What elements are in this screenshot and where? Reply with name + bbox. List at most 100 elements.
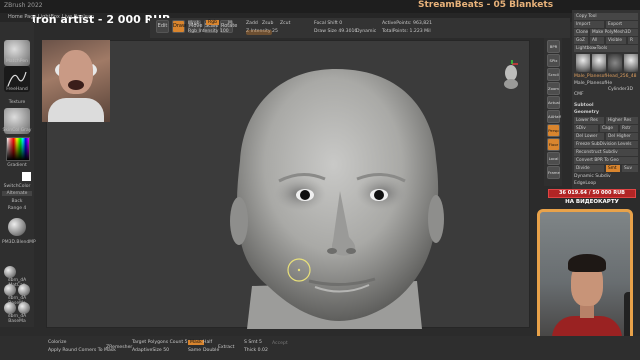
target-polygons-slider[interactable]: Target Polygons Count 5 — [132, 340, 188, 345]
adaptive-size-slider[interactable]: AdaptiveSize 50 — [132, 348, 169, 353]
extract-button[interactable]: Extract — [218, 345, 234, 350]
draw-button[interactable]: Draw — [172, 20, 187, 33]
actual-button[interactable]: Actual — [547, 96, 560, 109]
dynamic-subdiv-header[interactable]: Dynamic Subdiv — [574, 174, 611, 179]
reconstruct-subdiv-button[interactable]: Reconstruct Subdiv — [574, 149, 638, 156]
draw-size-slider[interactable]: Draw Size 49.3016 — [314, 29, 357, 34]
bottom-shelf: Colorize Apply Round Corners To Mask ZRe… — [0, 336, 640, 360]
colorize-button[interactable]: Colorize — [48, 340, 67, 345]
matcap-label-3: dbrn_dA BaseMa — [7, 314, 27, 324]
draw-label: Draw — [173, 23, 187, 29]
back-label[interactable]: Back — [2, 199, 32, 204]
left-palette: MatchPen FreeHand Texture SkinCol Gray G… — [0, 22, 36, 327]
cam2-hair — [568, 254, 606, 272]
focal-shift-slider[interactable]: Focal Shift 0 — [314, 21, 342, 26]
donation-goal-bar: 36 019.64 / 50 000 RUB — [548, 189, 636, 198]
tool-thumb-3[interactable] — [608, 54, 622, 72]
local-button[interactable]: Local — [547, 152, 560, 165]
zadd-button[interactable]: Zadd — [246, 21, 258, 26]
tool-thumb-2[interactable] — [592, 54, 606, 72]
mrgb-label[interactable]: Mrgb — [188, 21, 200, 26]
matcap-ball-4[interactable] — [4, 302, 16, 314]
thick-slider[interactable]: Thick 0.02 — [244, 348, 268, 353]
edit-button[interactable]: Edit — [156, 20, 169, 33]
bpr-button[interactable]: BPR — [547, 40, 560, 53]
subtool-header[interactable]: Subtool — [574, 103, 594, 108]
visible-button[interactable]: Visible — [606, 37, 626, 44]
rstr-button[interactable]: Rstr — [620, 125, 638, 132]
zremesher-button[interactable]: ZRemesher — [106, 345, 132, 350]
document-canvas[interactable] — [46, 40, 530, 329]
subtool-2[interactable]: Cylinder3D — [608, 87, 633, 92]
zcut-button[interactable]: Zcut — [280, 21, 290, 26]
make-polymesh-button[interactable]: Make PolyMesh3D — [590, 29, 638, 36]
dynamic-toggle[interactable]: Dynamic — [356, 29, 376, 34]
matcap-ball-3[interactable] — [18, 284, 30, 296]
scroll-button[interactable]: Scroll — [547, 68, 560, 81]
edge-loop-header[interactable]: EdgeLoop — [574, 181, 596, 186]
title-bar: ZBrush 2022 StreamBeats - 05 Blankets — [0, 0, 640, 13]
s-smt-slider[interactable]: S Smt 5 — [244, 340, 262, 345]
zoom-button[interactable]: Zoom — [547, 82, 560, 95]
tool-thumb-4[interactable] — [624, 54, 638, 72]
all-button[interactable]: All — [590, 37, 604, 44]
main-color-swatch[interactable] — [22, 172, 31, 181]
lower-res-button[interactable]: Lower Res — [574, 117, 604, 124]
copy-tool-button[interactable]: Copy Tool — [574, 13, 638, 20]
export-button[interactable]: Export — [606, 21, 638, 28]
color-picker[interactable] — [6, 137, 30, 161]
same-button[interactable]: Same — [188, 348, 201, 353]
alternate-button[interactable]: Alternate — [2, 191, 32, 196]
persp-button[interactable]: Persp — [547, 124, 560, 137]
cage-button[interactable]: Cage — [600, 125, 618, 132]
subtool-1[interactable]: Male_PlanesofHe — [574, 81, 612, 86]
spix-button[interactable]: SPix 3 — [547, 54, 560, 75]
del-lower-button[interactable]: Del Lower — [574, 133, 604, 140]
rgb-button[interactable]: Rgb — [206, 20, 220, 25]
switch-color-label[interactable]: SwitchColor — [2, 184, 32, 189]
subtool-3[interactable]: CMF — [574, 92, 584, 97]
m-button[interactable]: M — [228, 21, 232, 26]
zsub-button[interactable]: Zsub — [262, 21, 273, 26]
accept-button[interactable]: Accept — [272, 341, 288, 346]
matcap-ball-1[interactable] — [4, 266, 16, 278]
del-higher-button[interactable]: Del Higher — [606, 133, 638, 140]
app-title: ZBrush 2022 — [4, 2, 43, 9]
active-points: ActivePoints: 963,821 — [382, 21, 433, 26]
import-button[interactable]: Import — [574, 21, 604, 28]
clone-button[interactable]: Clone — [574, 29, 588, 36]
geometry-header[interactable]: Geometry — [574, 110, 599, 115]
lightbox-tools-button[interactable]: Lightbox▸Tools — [574, 45, 638, 52]
frame-button[interactable]: Frame — [547, 166, 560, 179]
webcam-overlay-2 — [537, 209, 633, 357]
freeze-subdiv-button[interactable]: Freeze SubDivision Levels — [574, 141, 638, 148]
aahalf-button[interactable]: AAHalf — [547, 110, 561, 123]
tool-thumb-1[interactable] — [576, 54, 590, 72]
mask-button[interactable]: Mask — [188, 340, 204, 345]
z-intensity-fill — [246, 30, 272, 35]
higher-res-button[interactable]: Higher Res — [606, 117, 638, 124]
convert-bpr-button[interactable]: Convert BPR To Geo — [574, 157, 638, 164]
suv-toggle[interactable]: Suv — [622, 165, 638, 172]
tool-name: Male_PlanesofHead_256_48 — [574, 74, 637, 79]
r-button[interactable]: R — [628, 37, 638, 44]
matcap-ball-5[interactable] — [18, 302, 30, 314]
cam1-mouth — [68, 80, 84, 90]
double-button[interactable]: Double — [203, 348, 219, 353]
total-points: TotalPoints: 1.223 Mil — [382, 29, 431, 34]
floor-button[interactable]: Floor — [547, 138, 560, 151]
webcam-overlay-1 — [42, 40, 110, 122]
matcap-ball-2[interactable] — [4, 284, 16, 296]
smt-toggle[interactable]: Smt — [606, 165, 620, 172]
navigation-gizmo-icon[interactable] — [500, 60, 522, 90]
gradient-label[interactable]: Gradient — [2, 163, 32, 168]
brush-label: MatchPen — [6, 59, 28, 64]
sdiv-slider[interactable]: SDiv — [574, 125, 598, 132]
half-button[interactable]: Half — [203, 340, 212, 345]
alpha-label[interactable]: Texture — [2, 100, 32, 105]
material-ball[interactable] — [8, 218, 26, 236]
goz-button[interactable]: GoZ — [574, 37, 588, 44]
range-slider[interactable]: Range 4 — [2, 206, 32, 211]
rgb-intensity-slider[interactable]: Rgb Intensity 100 — [188, 29, 229, 34]
divide-button[interactable]: Divide — [574, 165, 604, 172]
